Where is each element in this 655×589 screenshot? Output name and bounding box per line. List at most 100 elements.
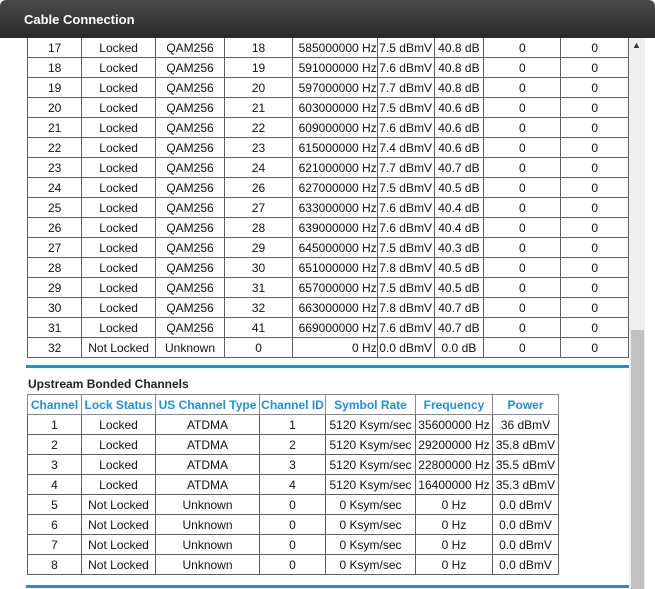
downstream-cell: 29 (224, 237, 293, 258)
upstream-cell: 35.8 dBmV (492, 434, 559, 455)
downstream-cell: 40.6 dB (433, 137, 485, 158)
downstream-cell: 22 (224, 117, 293, 138)
downstream-cell: QAM256 (154, 197, 226, 218)
downstream-cell: 7.6 dBmV (376, 57, 435, 78)
downstream-cell: 0 (560, 257, 629, 278)
downstream-cell: Locked (81, 137, 156, 158)
downstream-cell: 657000000 Hz (291, 277, 378, 298)
downstream-cell: 7.6 dBmV (376, 117, 435, 138)
downstream-cell: 0.0 dB (433, 337, 485, 358)
downstream-cell: 0 (483, 257, 562, 278)
downstream-cell: Locked (81, 77, 156, 98)
downstream-row: 18 Locked QAM256 19 591000000 Hz 7.6 dBmV 40.8… (26, 57, 629, 78)
downstream-cell: 0 (560, 277, 629, 298)
upstream-cell: Unknown (155, 534, 260, 555)
downstream-cell: 7.4 dBmV (376, 137, 435, 158)
downstream-row: 19 Locked QAM256 20 597000000 Hz 7.7 dBmV 40.8… (26, 77, 629, 98)
upstream-cell: 0 (259, 514, 326, 535)
downstream-cell: 22 (26, 137, 83, 158)
upstream-cell: 5120 Ksym/sec (325, 474, 416, 495)
downstream-cell: 30 (224, 257, 293, 278)
downstream-cell: Locked (81, 38, 156, 58)
upstream-cell: 35.5 dBmV (492, 454, 559, 475)
upstream-row: 1 Locked ATDMA 1 5120 Ksym/sec 35600000 Hz 36 … (27, 414, 559, 435)
downstream-row: 28 Locked QAM256 30 651000000 Hz 7.8 dBmV 40.5… (26, 257, 629, 278)
downstream-cell: 0 (483, 237, 562, 258)
upstream-cell: 5 (27, 494, 82, 515)
downstream-cell: QAM256 (154, 177, 226, 198)
downstream-cell: QAM256 (154, 317, 226, 338)
downstream-cell: 609000000 Hz (291, 117, 378, 138)
downstream-cell: Unknown (154, 337, 226, 358)
upstream-cell: 0 Ksym/sec (325, 534, 416, 555)
downstream-cell: QAM256 (154, 237, 226, 258)
downstream-cell: QAM256 (154, 77, 226, 98)
vertical-scrollbar[interactable]: ▲ (629, 38, 645, 589)
downstream-row: 17 Locked QAM256 18 585000000 Hz 7.5 dBmV 40.8… (26, 38, 629, 58)
window-title: Cable Connection (24, 12, 135, 27)
downstream-cell: 40.6 dB (433, 97, 485, 118)
downstream-cell: 0 (560, 317, 629, 338)
downstream-cell: 633000000 Hz (291, 197, 378, 218)
downstream-cell: 40.6 dB (433, 117, 485, 138)
downstream-cell: 0 (560, 337, 629, 358)
downstream-cell: 29 (26, 277, 83, 298)
upstream-cell: Locked (81, 454, 156, 475)
downstream-cell: 0 (483, 277, 562, 298)
upstream-cell: Not Locked (81, 534, 156, 555)
upstream-cell: 6 (27, 514, 82, 535)
downstream-cell: Locked (81, 117, 156, 138)
upstream-column-header: US Channel Type (155, 394, 260, 415)
downstream-cell: Locked (81, 277, 156, 298)
upstream-column-header: Channel (27, 394, 82, 415)
upstream-column-header: Power (492, 394, 559, 415)
downstream-cell: 615000000 Hz (291, 137, 378, 158)
downstream-cell: 0 (483, 157, 562, 178)
downstream-cell: 0 (560, 297, 629, 318)
downstream-cell: Locked (81, 297, 156, 318)
downstream-cell: QAM256 (154, 117, 226, 138)
downstream-cell: 27 (224, 197, 293, 218)
downstream-cell: Not Locked (81, 337, 156, 358)
downstream-cell: QAM256 (154, 157, 226, 178)
upstream-row: 7 Not Locked Unknown 0 0 Ksym/sec 0 Hz 0.0 dBm… (27, 534, 559, 555)
downstream-cell: QAM256 (154, 277, 226, 298)
downstream-cell: 19 (26, 77, 83, 98)
downstream-cell: 603000000 Hz (291, 97, 378, 118)
downstream-cell: 40.5 dB (433, 277, 485, 298)
downstream-cell: 0 (483, 177, 562, 198)
downstream-cell: 17 (26, 38, 83, 58)
upstream-cell: 0.0 dBmV (492, 554, 559, 575)
scroll-up-icon[interactable]: ▲ (632, 40, 641, 50)
downstream-cell: QAM256 (154, 57, 226, 78)
downstream-cell: 7.6 dBmV (376, 317, 435, 338)
downstream-cell: 0 (483, 77, 562, 98)
downstream-cell: Locked (81, 57, 156, 78)
downstream-cell: 24 (26, 177, 83, 198)
downstream-cell: 0 (483, 217, 562, 238)
upstream-cell: 0.0 dBmV (492, 514, 559, 535)
downstream-cell: 26 (224, 177, 293, 198)
upstream-cell: 5120 Ksym/sec (325, 454, 416, 475)
downstream-cell: 40.3 dB (433, 237, 485, 258)
downstream-cell: 40.8 dB (433, 77, 485, 98)
section-divider (26, 365, 629, 368)
downstream-cell: QAM256 (154, 257, 226, 278)
upstream-cell: 0 (259, 534, 326, 555)
upstream-cell: 36 dBmV (492, 414, 559, 435)
downstream-cell: 21 (26, 117, 83, 138)
downstream-cell: QAM256 (154, 137, 226, 158)
downstream-cell: 40.7 dB (433, 157, 485, 178)
upstream-row: 8 Not Locked Unknown 0 0 Ksym/sec 0 Hz 0.0 dBm… (27, 554, 559, 575)
downstream-cell: 0 (483, 317, 562, 338)
upstream-cell: Locked (81, 434, 156, 455)
scrollbar-thumb[interactable] (631, 330, 644, 589)
downstream-cell: 30 (26, 297, 83, 318)
downstream-cell: 621000000 Hz (291, 157, 378, 178)
downstream-cell: 40.5 dB (433, 257, 485, 278)
downstream-row: 22 Locked QAM256 23 615000000 Hz 7.4 dBmV 40.6… (26, 137, 629, 158)
downstream-cell: 0 (483, 137, 562, 158)
downstream-cell: 7.5 dBmV (376, 237, 435, 258)
downstream-cell: 7.8 dBmV (376, 297, 435, 318)
upstream-cell: 7 (27, 534, 82, 555)
